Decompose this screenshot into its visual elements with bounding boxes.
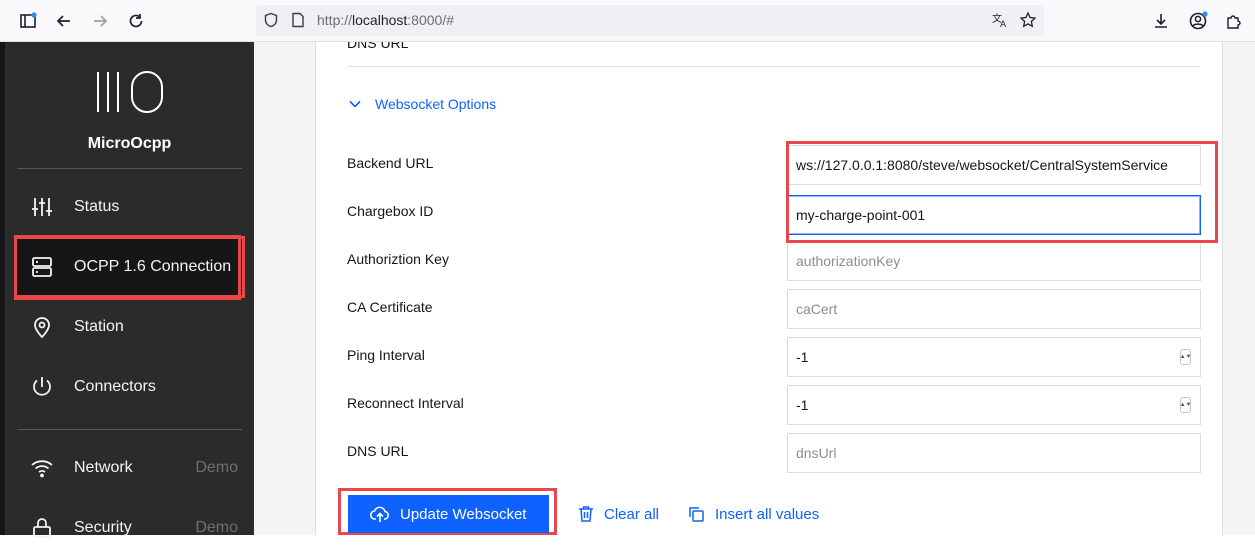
page-info-icon[interactable] xyxy=(286,8,310,32)
clear-all-button[interactable]: Clear all xyxy=(578,495,659,533)
sidebar-item-label: Station xyxy=(74,318,124,335)
sidebar-item-security[interactable]: Security Demo xyxy=(17,500,242,556)
insert-all-values-button[interactable]: Insert all values xyxy=(687,495,819,533)
account-icon[interactable] xyxy=(1186,9,1210,33)
sidebar-item-network[interactable]: Network Demo xyxy=(17,440,242,496)
wifi-icon xyxy=(28,454,56,482)
settings-card: DNS URL Websocket Options Backend URL Ch… xyxy=(315,42,1223,535)
field-label: Ping Interval xyxy=(347,347,425,363)
prev-field-label: DNS URL xyxy=(347,42,409,51)
sidebar-item-label: Security xyxy=(74,519,132,536)
bookmark-star-icon[interactable] xyxy=(1016,8,1040,32)
forward-arrow-icon[interactable] xyxy=(88,9,112,33)
shield-icon[interactable] xyxy=(259,8,283,32)
power-icon xyxy=(28,373,56,401)
stepper-arrows-icon[interactable]: ▲▼ xyxy=(1180,349,1191,365)
ping-interval-input[interactable] xyxy=(787,337,1201,377)
back-arrow-icon[interactable] xyxy=(52,9,76,33)
extensions-icon[interactable] xyxy=(1222,9,1246,33)
sidebar-item-connectors[interactable]: Connectors xyxy=(17,359,242,415)
field-label: Backend URL xyxy=(347,155,434,171)
url-text: http://localhost:8000/# xyxy=(317,12,455,28)
cloud-upload-icon xyxy=(370,505,390,523)
sliders-icon xyxy=(28,193,56,221)
sidebar-item-station[interactable]: Station xyxy=(17,299,242,355)
highlight-annotation xyxy=(14,235,241,300)
authorization-key-input[interactable] xyxy=(787,241,1201,281)
sidebar-item-label: Network xyxy=(74,459,133,476)
address-bar[interactable]: http://localhost:8000/# 文A xyxy=(256,5,1044,36)
field-label: Reconnect Interval xyxy=(347,395,464,411)
demo-badge: Demo xyxy=(195,459,238,476)
field-label: Authoriztion Key xyxy=(347,251,449,267)
sidebar-divider xyxy=(17,429,242,430)
section-divider xyxy=(347,66,1200,67)
highlight-annotation xyxy=(786,141,1218,243)
main-content: DNS URL Websocket Options Backend URL Ch… xyxy=(254,42,1255,535)
update-websocket-button[interactable]: Update Websocket xyxy=(348,495,549,533)
location-pin-icon xyxy=(28,313,56,341)
button-label: Insert all values xyxy=(715,505,820,523)
sidebar-item-status[interactable]: Status xyxy=(17,179,242,235)
dns-url-input[interactable] xyxy=(787,433,1201,473)
ca-certificate-input[interactable] xyxy=(787,289,1201,329)
reload-icon[interactable] xyxy=(124,9,148,33)
chevron-down-icon xyxy=(347,100,363,108)
trash-icon xyxy=(578,505,594,523)
button-label: Clear all xyxy=(604,505,660,523)
microocpp-logo-icon xyxy=(95,70,171,119)
downloads-icon[interactable] xyxy=(1149,9,1173,33)
lock-icon xyxy=(28,514,56,542)
browser-toolbar: http://localhost:8000/# 文A xyxy=(0,0,1255,42)
svg-text:A: A xyxy=(1000,20,1007,29)
translate-icon[interactable]: 文A xyxy=(988,8,1012,32)
field-label: CA Certificate xyxy=(347,299,433,315)
ping-interval-stepper: ▲▼ xyxy=(787,337,1201,377)
field-label: Chargebox ID xyxy=(347,203,434,219)
field-label: DNS URL xyxy=(347,443,409,459)
reconnect-interval-input[interactable] xyxy=(787,385,1201,425)
sidebar-divider xyxy=(17,168,242,169)
app-name: MicroOcpp xyxy=(87,135,172,152)
sidebar-item-label: Status xyxy=(74,198,120,215)
sidebar-item-label: Connectors xyxy=(74,378,156,395)
sidebar-toggle-icon[interactable] xyxy=(16,9,40,33)
stepper-arrows-icon[interactable]: ▲▼ xyxy=(1180,397,1191,413)
section-title: Websocket Options xyxy=(375,96,497,112)
reconnect-interval-stepper: ▲▼ xyxy=(787,385,1201,425)
websocket-options-toggle[interactable]: Websocket Options xyxy=(347,96,496,112)
button-label: Update Websocket xyxy=(400,505,527,523)
copy-icon xyxy=(687,505,705,523)
demo-badge: Demo xyxy=(195,519,238,536)
